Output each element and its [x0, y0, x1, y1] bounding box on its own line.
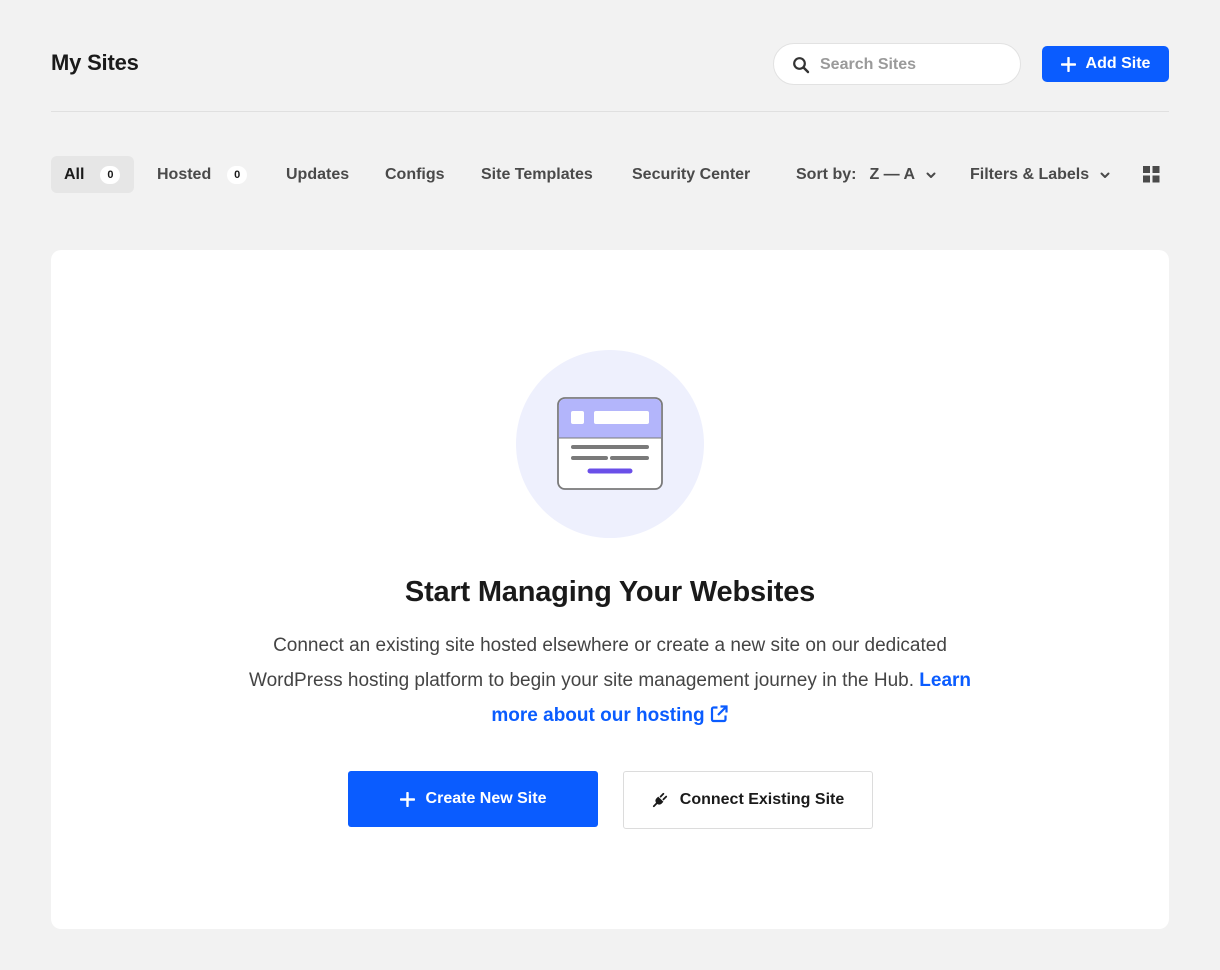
tab-hosted-count: 0: [227, 165, 248, 184]
empty-state-card: Start Managing Your Websites Connect an …: [51, 250, 1169, 929]
tab-configs-label: Configs: [385, 165, 445, 183]
search-input[interactable]: [818, 53, 1012, 77]
plus-icon: [1060, 56, 1076, 72]
tab-all-label: All: [64, 165, 85, 183]
tab-updates-label: Updates: [286, 165, 350, 183]
sort-dropdown[interactable]: Sort by: Z — A: [796, 156, 937, 193]
filters-label: Filters & Labels: [970, 165, 1090, 183]
create-new-site-button[interactable]: Create New Site: [348, 771, 598, 827]
external-link-icon: [710, 705, 728, 723]
header: My Sites Add Site: [51, 40, 1169, 88]
tab-all-count: 0: [100, 165, 121, 184]
plug-icon: [652, 792, 667, 808]
tab-updates[interactable]: Updates: [286, 156, 349, 193]
empty-state-text: Connect an existing site hosted elsewher…: [248, 635, 947, 691]
grid-view-icon[interactable]: [1143, 166, 1160, 183]
connect-existing-site-label: Connect Existing Site: [679, 791, 845, 808]
tab-all[interactable]: All 0: [51, 156, 135, 193]
sort-value: Z — A: [869, 165, 916, 183]
create-new-site-label: Create New Site: [425, 790, 547, 807]
tab-hosted[interactable]: Hosted 0: [157, 156, 248, 193]
tab-site-templates-label: Site Templates: [481, 165, 593, 183]
my-sites-page: My Sites Add Site All 0 Hosted 0 Up: [0, 0, 1220, 970]
search-box[interactable]: [773, 43, 1021, 85]
add-site-label: Add Site: [1085, 55, 1151, 72]
filters-labels-dropdown[interactable]: Filters & Labels: [970, 156, 1111, 193]
connect-existing-site-button[interactable]: Connect Existing Site: [623, 771, 873, 829]
empty-state-description: Connect an existing site hosted elsewher…: [240, 628, 980, 733]
header-divider: [51, 111, 1169, 112]
chevron-down-icon: [926, 172, 936, 178]
sort-label: Sort by:: [796, 165, 857, 183]
filter-tabs: All 0 Hosted 0 Updates Configs Site Temp…: [51, 156, 1169, 194]
plus-icon: [399, 791, 415, 807]
page-title: My Sites: [51, 50, 139, 75]
chevron-down-icon: [1100, 172, 1110, 178]
tab-security-center[interactable]: Security Center: [632, 156, 750, 193]
add-site-button[interactable]: Add Site: [1042, 46, 1169, 82]
empty-state-title: Start Managing Your Websites: [404, 576, 816, 608]
tab-security-center-label: Security Center: [632, 165, 751, 183]
tab-hosted-label: Hosted: [157, 165, 212, 183]
tab-site-templates[interactable]: Site Templates: [481, 156, 593, 193]
website-illustration: [516, 350, 704, 538]
tab-configs[interactable]: Configs: [385, 156, 445, 193]
search-icon: [793, 57, 810, 74]
